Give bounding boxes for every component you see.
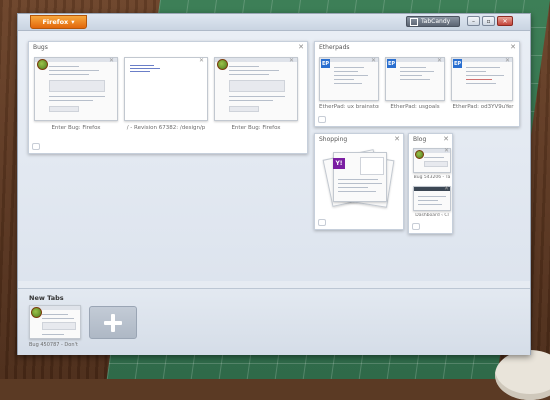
tab-thumbnail[interactable]: Bug 450787 - Don't bbox=[29, 305, 83, 351]
tab-label: Bug 543206 - Ta bbox=[413, 175, 451, 180]
group-close-icon[interactable]: ✕ bbox=[443, 135, 449, 143]
group-etherpads[interactable]: Etherpads ✕ EP ✕ EtherPad: ux brainstorm bbox=[314, 41, 520, 127]
firefox-menu-button[interactable]: Firefox ▾ bbox=[30, 15, 87, 29]
tabcandy-button[interactable]: TabCandy bbox=[406, 16, 460, 27]
tab-close-icon[interactable]: ✕ bbox=[444, 147, 449, 154]
close-button[interactable]: ✕ bbox=[497, 16, 513, 26]
tab-label: EtherPad: usgoals bbox=[390, 104, 440, 110]
minimize-button[interactable]: – bbox=[467, 16, 480, 26]
tab-close-icon[interactable]: ✕ bbox=[371, 57, 376, 64]
maximize-icon: ▫ bbox=[486, 17, 491, 25]
new-tabs-tray: New Tabs Bug 450787 - Don't bbox=[18, 288, 530, 355]
new-tab-button[interactable] bbox=[89, 306, 137, 339]
group-shopping[interactable]: Shopping ✕ Y! bbox=[314, 133, 404, 230]
tab-thumbnail[interactable]: EP ✕ EtherPad: od3YV9uYer bbox=[451, 57, 515, 115]
etherpad-icon: EP bbox=[321, 59, 330, 68]
group-stack-icon[interactable] bbox=[318, 116, 326, 123]
firefox-button-label: Firefox bbox=[42, 18, 69, 26]
tab-preview bbox=[124, 57, 208, 121]
group-blog[interactable]: Blog ✕ ✕ Bug 543206 - Ta ✕ Dashboard ‹ C… bbox=[408, 133, 453, 234]
plus-icon bbox=[104, 313, 122, 332]
tray-title: New Tabs bbox=[29, 294, 64, 302]
tab-thumbnail[interactable]: ✕ Dashboard ‹ Cl bbox=[413, 185, 451, 220]
group-stack-icon[interactable] bbox=[412, 223, 420, 230]
group-title[interactable]: Blog bbox=[413, 136, 426, 143]
close-icon: ✕ bbox=[502, 17, 508, 25]
tab-close-icon[interactable]: ✕ bbox=[437, 57, 442, 64]
etherpad-icon: EP bbox=[387, 59, 396, 68]
minimize-icon: – bbox=[472, 17, 475, 25]
tab-thumbnail[interactable]: ✕ Enter Bug: Firefox bbox=[34, 57, 118, 137]
desktop-cup bbox=[495, 350, 550, 400]
tab-thumbnail[interactable]: EP ✕ EtherPad: usgoals bbox=[385, 57, 445, 115]
group-close-icon[interactable]: ✕ bbox=[298, 43, 304, 51]
tabcandy-icon bbox=[410, 17, 418, 26]
tab-label: Dashboard ‹ Cl bbox=[415, 213, 449, 218]
yahoo-icon: Y! bbox=[333, 158, 345, 169]
tab-close-icon[interactable]: ✕ bbox=[199, 57, 204, 64]
tab-close-icon[interactable]: ✕ bbox=[289, 57, 294, 64]
tab-thumbnail[interactable]: ✕ Bug 543206 - Ta bbox=[413, 147, 451, 182]
tab-close-icon[interactable]: ✕ bbox=[109, 57, 114, 64]
maximize-button[interactable]: ▫ bbox=[482, 16, 495, 26]
tab-label: Bug 450787 - Don't bbox=[29, 342, 78, 348]
tabcandy-label: TabCandy bbox=[421, 18, 451, 25]
bug-icon bbox=[37, 59, 48, 70]
group-close-icon[interactable]: ✕ bbox=[510, 43, 516, 51]
group-bugs[interactable]: Bugs ✕ ✕ Enter Bug: Firefox ✕ / - Revisi… bbox=[28, 41, 308, 154]
tab-close-icon[interactable]: ✕ bbox=[505, 57, 510, 64]
tab-thumbnail[interactable]: ✕ / - Revision 67382: /design/p bbox=[124, 57, 208, 137]
tab-label: EtherPad: od3YV9uYer bbox=[452, 104, 514, 110]
tab-thumbnail[interactable]: EP ✕ EtherPad: ux brainstorm bbox=[319, 57, 379, 115]
tab-label: Enter Bug: Firefox bbox=[231, 125, 281, 131]
bug-icon bbox=[217, 59, 228, 70]
tab-label: EtherPad: ux brainstorm bbox=[319, 104, 379, 110]
etherpad-icon: EP bbox=[453, 59, 462, 68]
group-title[interactable]: Etherpads bbox=[319, 44, 350, 51]
tab-label: / - Revision 67382: /design/p bbox=[126, 125, 206, 131]
chevron-down-icon: ▾ bbox=[71, 18, 75, 26]
group-stack-icon[interactable] bbox=[32, 143, 40, 150]
bug-icon bbox=[415, 150, 424, 159]
browser-window: Firefox ▾ TabCandy – ▫ ✕ Bugs ✕ ✕ Enter … bbox=[17, 13, 531, 355]
group-stack-icon[interactable] bbox=[318, 219, 326, 226]
tab-thumbnail[interactable]: ✕ Enter Bug: Firefox bbox=[214, 57, 298, 137]
group-title[interactable]: Shopping bbox=[319, 136, 347, 143]
tab-close-icon[interactable]: ✕ bbox=[444, 185, 449, 192]
group-close-icon[interactable]: ✕ bbox=[394, 135, 400, 143]
group-title[interactable]: Bugs bbox=[33, 44, 48, 51]
bug-icon bbox=[31, 307, 42, 318]
tab-label: Enter Bug: Firefox bbox=[51, 125, 101, 131]
title-bar: Firefox ▾ TabCandy – ▫ ✕ bbox=[18, 14, 530, 31]
tab-groups-workspace: Bugs ✕ ✕ Enter Bug: Firefox ✕ / - Revisi… bbox=[18, 31, 530, 281]
